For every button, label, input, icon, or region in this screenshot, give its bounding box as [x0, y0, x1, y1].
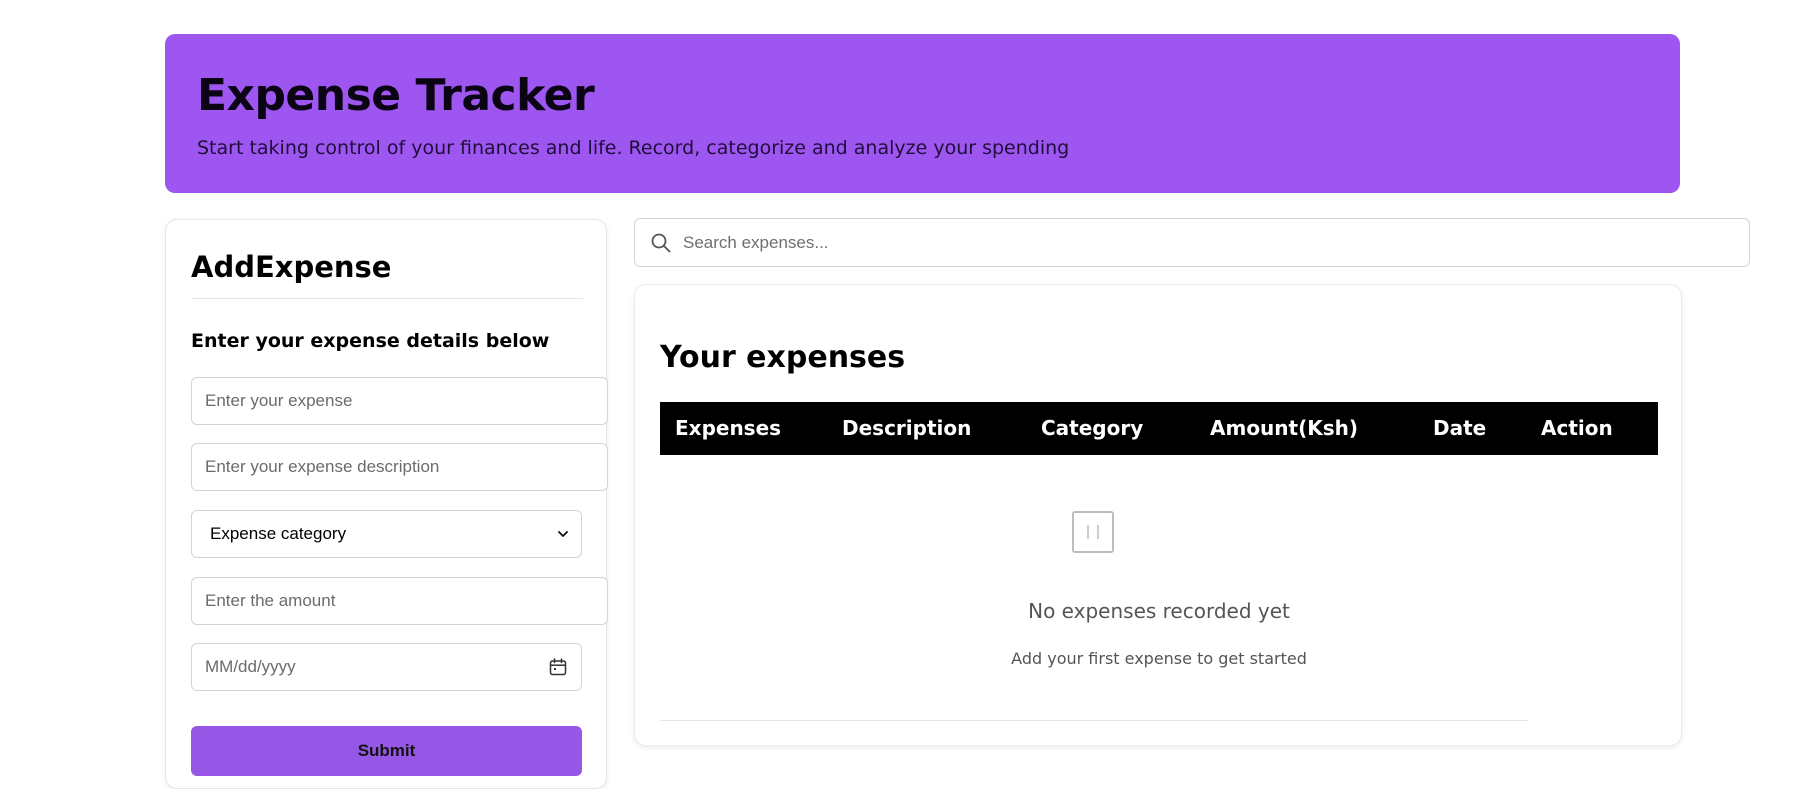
submit-button[interactable]: Submit [191, 726, 582, 776]
expense-amount-input[interactable]: Enter the amount [191, 577, 608, 625]
expense-amount-placeholder: Enter the amount [205, 591, 336, 610]
search-placeholder: Search expenses... [683, 232, 829, 252]
column-header-description: Description [842, 416, 972, 440]
expense-category-value: Expense category [210, 524, 347, 543]
empty-list-icon [1072, 511, 1114, 553]
add-expense-subtitle: Enter your expense details below [191, 330, 550, 352]
column-header-expenses: Expenses [675, 416, 782, 440]
empty-state-title: No expenses recorded yet [1028, 599, 1290, 623]
expenses-card: Your expenses Expenses Description Categ… [634, 284, 1682, 746]
expenses-title: Your expenses [660, 340, 906, 375]
expense-name-input[interactable]: Enter your expense [191, 377, 608, 425]
add-expense-title: AddExpense [191, 250, 392, 284]
header-banner: Expense Tracker Start taking control of … [165, 34, 1680, 193]
page-title: Expense Tracker [197, 70, 595, 121]
column-header-date: Date [1433, 416, 1487, 440]
search-input[interactable]: Search expenses... [634, 218, 1750, 267]
expenses-table-header: Expenses Description Category Amount(Ksh… [660, 402, 1658, 455]
column-header-action: Action [1541, 416, 1613, 440]
expense-description-placeholder: Enter your expense description [205, 457, 440, 476]
search-icon [651, 233, 671, 252]
divider [191, 298, 583, 299]
empty-state-subtitle: Add your first expense to get started [1011, 649, 1307, 668]
expense-name-placeholder: Enter your expense [205, 391, 353, 410]
column-header-category: Category [1041, 416, 1144, 440]
add-expense-card: AddExpense Enter your expense details be… [165, 219, 608, 789]
expense-description-input[interactable]: Enter your expense description [191, 443, 608, 491]
expense-date-input[interactable]: MM/dd/yyyy [191, 643, 582, 691]
column-header-amount: Amount(Ksh) [1210, 416, 1359, 440]
expense-date-placeholder: MM/dd/yyyy [205, 657, 296, 676]
expense-category-select[interactable]: Expense category [191, 510, 582, 558]
divider [660, 720, 1528, 721]
chevron-down-icon [558, 531, 568, 537]
calendar-icon[interactable] [548, 657, 568, 677]
page-subtitle: Start taking control of your finances an… [197, 137, 1070, 159]
